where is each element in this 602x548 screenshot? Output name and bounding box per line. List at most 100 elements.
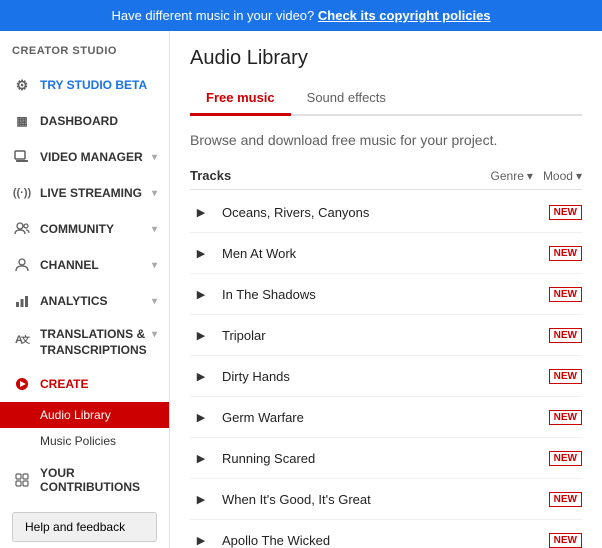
table-row: Dirty HandsNEW [190, 356, 582, 397]
track-name: Men At Work [222, 246, 549, 261]
table-row: TripolarNEW [190, 315, 582, 356]
new-badge: NEW [549, 369, 582, 384]
live-streaming-chevron: ▾ [152, 188, 157, 199]
table-row: When It's Good, It's GreatNEW [190, 479, 582, 520]
sidebar-label-community: COMMUNITY [40, 222, 114, 236]
channel-chevron: ▾ [152, 260, 157, 271]
community-icon [12, 219, 32, 239]
mood-filter-button[interactable]: Mood ▾ [543, 169, 582, 183]
play-button[interactable] [190, 406, 212, 428]
live-streaming-icon: ((·)) [12, 183, 32, 203]
sidebar-item-channel[interactable]: CHANNEL ▾ [0, 247, 169, 283]
track-name: Apollo The Wicked [222, 533, 549, 548]
track-name: Dirty Hands [222, 369, 549, 384]
banner-link[interactable]: Check its copyright policies [318, 8, 491, 23]
new-badge: NEW [549, 451, 582, 466]
genre-filter-button[interactable]: Genre ▾ [491, 169, 533, 183]
table-row: Apollo The WickedNEW [190, 520, 582, 548]
mood-chevron-icon: ▾ [576, 169, 582, 183]
sidebar-sub-music-policies[interactable]: Music Policies [0, 428, 169, 454]
tab-free-music[interactable]: Free music [190, 82, 291, 116]
tabs-container: Free music Sound effects [190, 82, 582, 116]
sidebar-item-community[interactable]: COMMUNITY ▾ [0, 211, 169, 247]
table-row: In The ShadowsNEW [190, 274, 582, 315]
sidebar-item-create[interactable]: CREATE [0, 366, 169, 402]
sidebar-item-video-manager[interactable]: VIDEO MANAGER ▾ [0, 139, 169, 175]
tracks-label: Tracks [190, 168, 481, 183]
tab-sound-effects[interactable]: Sound effects [291, 82, 402, 116]
mood-filter-label: Mood [543, 169, 573, 183]
sidebar-label-studio-beta: TRY STUDIO BETA [40, 78, 147, 92]
sidebar-brand: CREATOR STUDIO [0, 31, 169, 67]
browse-text: Browse and download free music for your … [190, 132, 582, 148]
create-icon [12, 374, 32, 394]
track-name: In The Shadows [222, 287, 549, 302]
analytics-chevron: ▾ [152, 296, 157, 307]
help-feedback-button[interactable]: Help and feedback [12, 512, 157, 542]
new-badge: NEW [549, 287, 582, 302]
new-badge: NEW [549, 410, 582, 425]
your-contributions-icon [12, 470, 32, 490]
sidebar-label-create: CREATE [40, 377, 88, 391]
track-name: Oceans, Rivers, Canyons [222, 205, 549, 220]
audio-library-label: Audio Library [40, 408, 111, 422]
table-row: Oceans, Rivers, CanyonsNEW [190, 192, 582, 233]
play-button[interactable] [190, 242, 212, 264]
sidebar-item-dashboard[interactable]: ▦ DASHBOARD [0, 103, 169, 139]
sidebar-label-live-streaming: LIVE STREAMING [40, 186, 142, 200]
content-body: Browse and download free music for your … [170, 116, 602, 548]
play-button[interactable] [190, 488, 212, 510]
sidebar-item-live-streaming[interactable]: ((·)) LIVE STREAMING ▾ [0, 175, 169, 211]
track-name: When It's Good, It's Great [222, 492, 549, 507]
page-title: Audio Library [190, 47, 582, 70]
tracks-header: Tracks Genre ▾ Mood ▾ [190, 162, 582, 190]
genre-chevron-icon: ▾ [527, 169, 533, 183]
video-manager-icon [12, 147, 32, 167]
content-header: Audio Library Free music Sound effects [170, 31, 602, 116]
track-name: Tripolar [222, 328, 549, 343]
sidebar-label-dashboard: DASHBOARD [40, 114, 118, 128]
new-badge: NEW [549, 328, 582, 343]
sidebar-item-studio-beta[interactable]: ⚙ TRY STUDIO BETA [0, 67, 169, 103]
track-name: Germ Warfare [222, 410, 549, 425]
table-row: Running ScaredNEW [190, 438, 582, 479]
community-chevron: ▾ [152, 224, 157, 235]
play-button[interactable] [190, 324, 212, 346]
play-button[interactable] [190, 283, 212, 305]
sidebar-sub-audio-library[interactable]: Audio Library [0, 402, 169, 428]
video-manager-chevron: ▾ [152, 152, 157, 163]
top-banner: Have different music in your video? Chec… [0, 0, 602, 31]
channel-icon [12, 255, 32, 275]
sidebar-footer: Help and feedback [0, 502, 169, 548]
dashboard-icon: ▦ [12, 111, 32, 131]
banner-text: Have different music in your video? [111, 8, 314, 23]
main-content: Audio Library Free music Sound effects B… [170, 31, 602, 548]
table-row: Germ WarfareNEW [190, 397, 582, 438]
sidebar-label-translations: TRANSLATIONS & TRANSCRIPTIONS [40, 327, 152, 358]
sidebar-item-translations[interactable]: A文 TRANSLATIONS & TRANSCRIPTIONS ▾ [0, 319, 169, 366]
sidebar-label-channel: CHANNEL [40, 258, 99, 272]
tracks-list: Oceans, Rivers, CanyonsNEWMen At WorkNEW… [190, 192, 582, 548]
new-badge: NEW [549, 492, 582, 507]
sidebar-label-video-manager: VIDEO MANAGER [40, 150, 143, 164]
new-badge: NEW [549, 533, 582, 548]
translations-icon: A文 [12, 329, 32, 349]
track-name: Running Scared [222, 451, 549, 466]
svg-text:文: 文 [20, 334, 30, 345]
sidebar-label-analytics: ANALYTICS [40, 294, 108, 308]
sidebar-item-analytics[interactable]: ANALYTICS ▾ [0, 283, 169, 319]
new-badge: NEW [549, 205, 582, 220]
analytics-icon [12, 291, 32, 311]
sidebar-label-your-contributions: YOUR CONTRIBUTIONS [40, 466, 157, 494]
sidebar-item-your-contributions[interactable]: YOUR CONTRIBUTIONS [0, 458, 169, 502]
new-badge: NEW [549, 246, 582, 261]
studio-beta-icon: ⚙ [12, 75, 32, 95]
play-button[interactable] [190, 529, 212, 548]
play-button[interactable] [190, 447, 212, 469]
genre-filter-label: Genre [491, 169, 524, 183]
translations-chevron: ▾ [152, 329, 157, 340]
sidebar: CREATOR STUDIO ⚙ TRY STUDIO BETA ▦ DASHB… [0, 31, 170, 548]
music-policies-label: Music Policies [40, 434, 116, 448]
play-button[interactable] [190, 365, 212, 387]
play-button[interactable] [190, 201, 212, 223]
